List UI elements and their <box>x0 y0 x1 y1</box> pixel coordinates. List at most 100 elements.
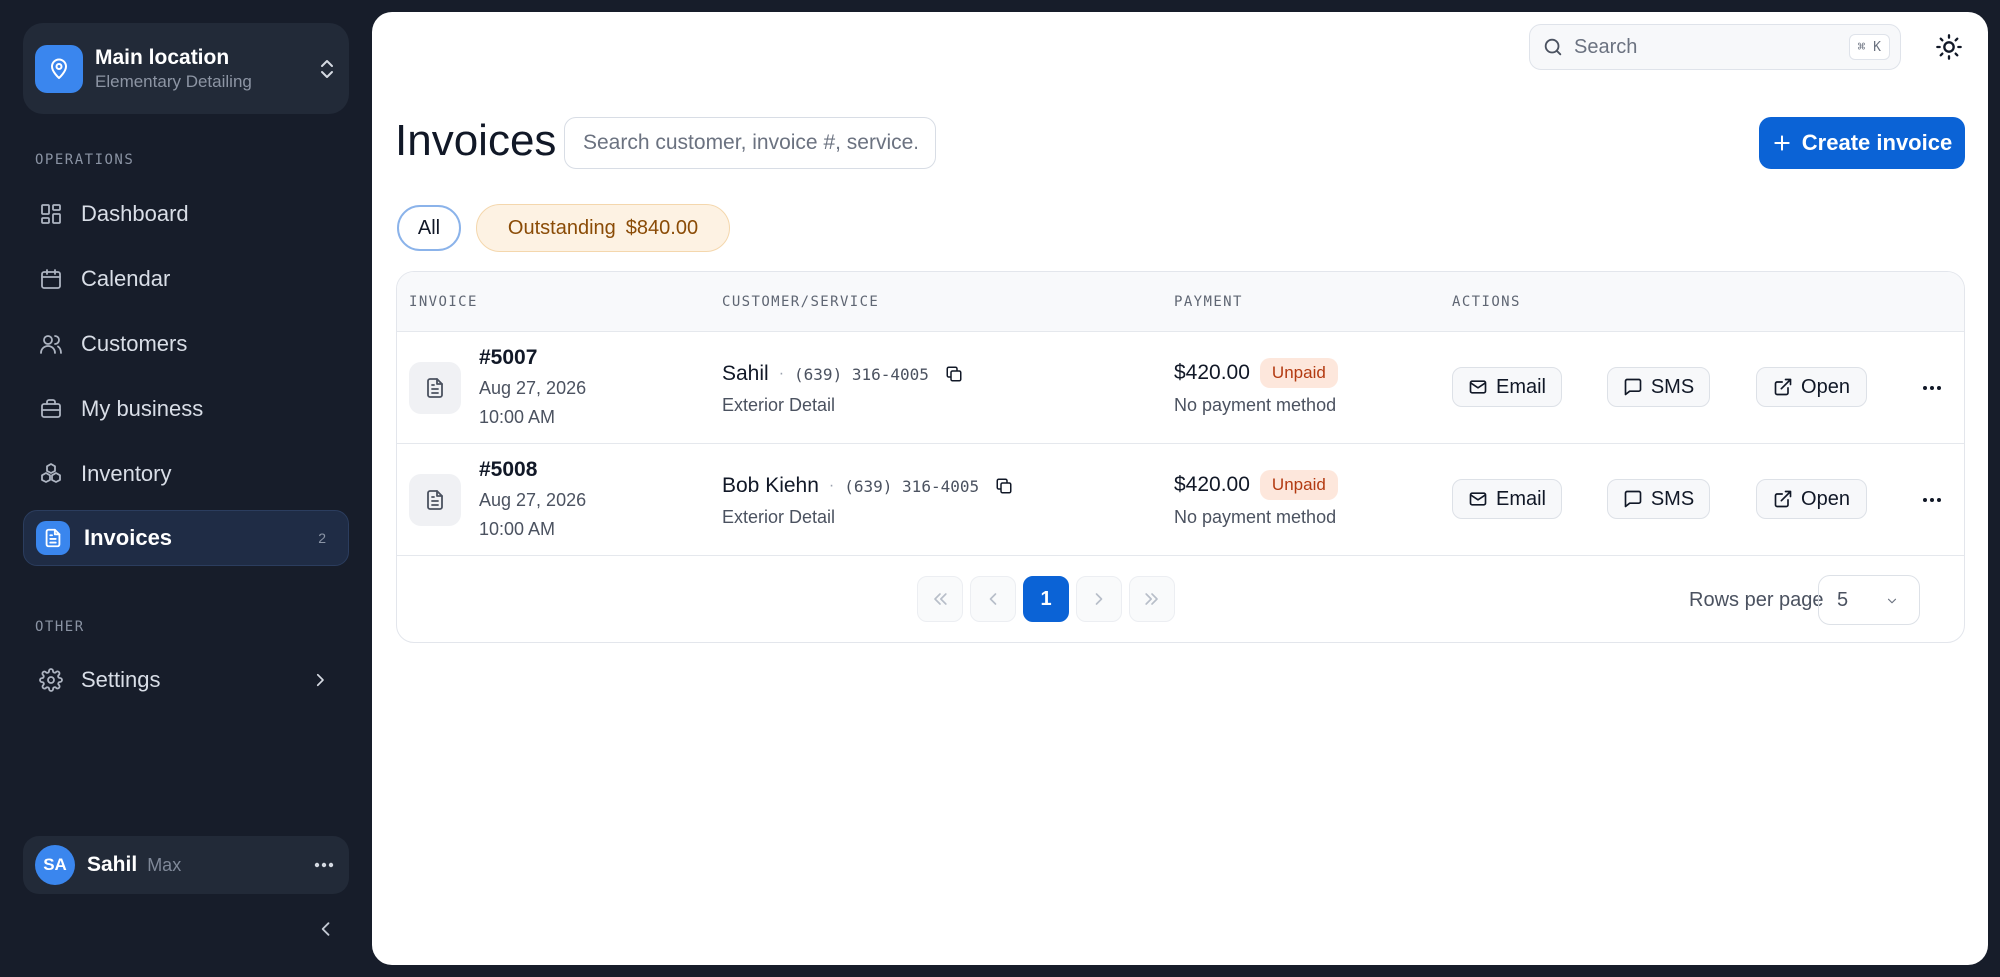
invoice-search-input[interactable] <box>564 117 936 169</box>
table-row[interactable]: #5007 Aug 27, 2026 10:00 AM Sahil · (639… <box>397 332 1964 444</box>
rows-per-page-value: 5 <box>1837 588 1849 611</box>
search-icon <box>1542 36 1564 58</box>
filter-all-chip[interactable]: All <box>397 205 461 251</box>
sidebar: Main location Elementary Detailing OPERA… <box>0 0 372 977</box>
invoice-date: Aug 27, 2026 <box>479 378 587 398</box>
service-name: Exterior Detail <box>722 507 836 527</box>
user-plan: Max <box>147 854 182 875</box>
invoices-count-badge: 2 <box>318 530 326 546</box>
location-subtitle: Elementary Detailing <box>95 71 252 91</box>
document-icon <box>409 362 461 414</box>
sms-label: SMS <box>1650 375 1695 398</box>
boxes-icon <box>39 462 63 486</box>
sidebar-item-label: Invoices <box>84 525 173 550</box>
mail-icon <box>1468 489 1488 509</box>
sidebar-item-invoices[interactable]: Invoices 2 <box>23 510 349 566</box>
rows-per-page-select[interactable]: 5 <box>1818 575 1920 625</box>
pagination: 1 Rows per page 5 <box>397 564 1964 642</box>
plus-icon <box>1772 133 1792 153</box>
sun-icon[interactable] <box>1935 33 1963 61</box>
customer-name[interactable]: Bob Kiehn <box>722 474 819 498</box>
avatar: SA <box>35 845 75 885</box>
copy-icon[interactable] <box>945 365 963 383</box>
sms-label: SMS <box>1650 487 1695 510</box>
invoices-table: INVOICE CUSTOMER/SERVICE PAYMENT ACTIONS… <box>396 271 1965 643</box>
sidebar-item-settings[interactable]: Settings <box>23 652 349 708</box>
gear-icon <box>39 668 63 692</box>
search-shortcut: ⌘ K <box>1848 34 1890 60</box>
user-menu[interactable]: SA Sahil Max <box>23 836 349 894</box>
invoice-number[interactable]: #5008 <box>479 458 537 482</box>
sms-button[interactable]: SMS <box>1607 367 1710 407</box>
chevron-down-icon <box>1883 594 1901 608</box>
location-title: Main location <box>95 45 230 69</box>
global-search-label: Search <box>1574 35 1638 58</box>
more-horizontal-icon[interactable] <box>1921 491 1943 509</box>
email-button[interactable]: Email <box>1452 479 1562 519</box>
payment-method: No payment method <box>1174 507 1337 527</box>
sidebar-item-label: Settings <box>81 667 161 692</box>
external-link-icon <box>1773 377 1793 397</box>
invoice-number[interactable]: #5007 <box>479 346 537 370</box>
more-horizontal-icon[interactable] <box>1921 379 1943 397</box>
dashboard-icon <box>39 202 63 226</box>
page-title: Invoices <box>395 116 557 165</box>
sidebar-item-label: Calendar <box>81 266 171 291</box>
email-button[interactable]: Email <box>1452 367 1562 407</box>
outstanding-label: Outstanding <box>507 216 616 239</box>
map-pin-icon <box>35 44 83 93</box>
sidebar-item-my-business[interactable]: My business <box>23 381 349 437</box>
invoice-date: Aug 27, 2026 <box>479 490 587 510</box>
sms-button[interactable]: SMS <box>1607 479 1710 519</box>
sidebar-item-dashboard[interactable]: Dashboard <box>23 186 349 242</box>
open-button[interactable]: Open <box>1756 479 1867 519</box>
outstanding-amount: $840.00 <box>625 216 699 239</box>
document-icon <box>409 474 461 526</box>
calendar-icon <box>39 267 63 291</box>
location-switcher[interactable]: Main location Elementary Detailing <box>23 23 349 114</box>
main-panel: Search ⌘ K Invoices Create invoice All O… <box>372 12 1988 965</box>
column-header-invoice[interactable]: INVOICE <box>409 294 478 310</box>
first-page-button[interactable] <box>917 576 963 622</box>
chevron-up-down-icon <box>317 57 337 81</box>
external-link-icon <box>1773 489 1793 509</box>
filter-outstanding-chip[interactable]: Outstanding $840.00 <box>476 204 730 252</box>
separator-dot: · <box>778 365 785 382</box>
column-header-payment[interactable]: PAYMENT <box>1174 294 1243 310</box>
service-name: Exterior Detail <box>722 395 836 415</box>
email-label: Email <box>1495 487 1546 510</box>
table-row[interactable]: #5008 Aug 27, 2026 10:00 AM Bob Kiehn · … <box>397 444 1964 556</box>
column-header-customer[interactable]: CUSTOMER/SERVICE <box>722 294 879 310</box>
chevron-right-icon <box>311 671 329 689</box>
email-label: Email <box>1495 375 1546 398</box>
other-section-label: OTHER <box>35 619 85 635</box>
users-icon <box>39 332 63 356</box>
file-icon <box>36 521 70 555</box>
payment-method: No payment method <box>1174 395 1337 415</box>
user-name: Sahil <box>87 853 138 876</box>
customer-phone: (639) 316-4005 <box>844 476 980 496</box>
invoice-time: 10:00 AM <box>479 407 556 427</box>
operations-section-label: OPERATIONS <box>35 152 135 168</box>
status-badge: Unpaid <box>1259 470 1338 500</box>
customer-name[interactable]: Sahil <box>722 362 769 386</box>
prev-page-button[interactable] <box>970 576 1016 622</box>
column-header-actions: ACTIONS <box>1452 294 1521 310</box>
global-search[interactable]: Search ⌘ K <box>1529 24 1901 70</box>
page-button-current[interactable]: 1 <box>1023 576 1069 622</box>
sidebar-item-calendar[interactable]: Calendar <box>23 251 349 307</box>
open-label: Open <box>1801 487 1850 510</box>
customer-phone: (639) 316-4005 <box>794 364 929 384</box>
next-page-button[interactable] <box>1076 576 1122 622</box>
more-horizontal-icon[interactable] <box>313 855 335 875</box>
sidebar-item-label: Dashboard <box>81 201 189 226</box>
open-button[interactable]: Open <box>1756 367 1867 407</box>
create-invoice-button[interactable]: Create invoice <box>1759 117 1965 169</box>
message-icon <box>1623 377 1643 397</box>
sidebar-item-inventory[interactable]: Inventory <box>23 446 349 502</box>
sidebar-item-customers[interactable]: Customers <box>23 316 349 372</box>
open-label: Open <box>1801 375 1850 398</box>
copy-icon[interactable] <box>995 477 1013 495</box>
last-page-button[interactable] <box>1129 576 1175 622</box>
collapse-sidebar-chevron-left-icon[interactable] <box>316 918 336 940</box>
